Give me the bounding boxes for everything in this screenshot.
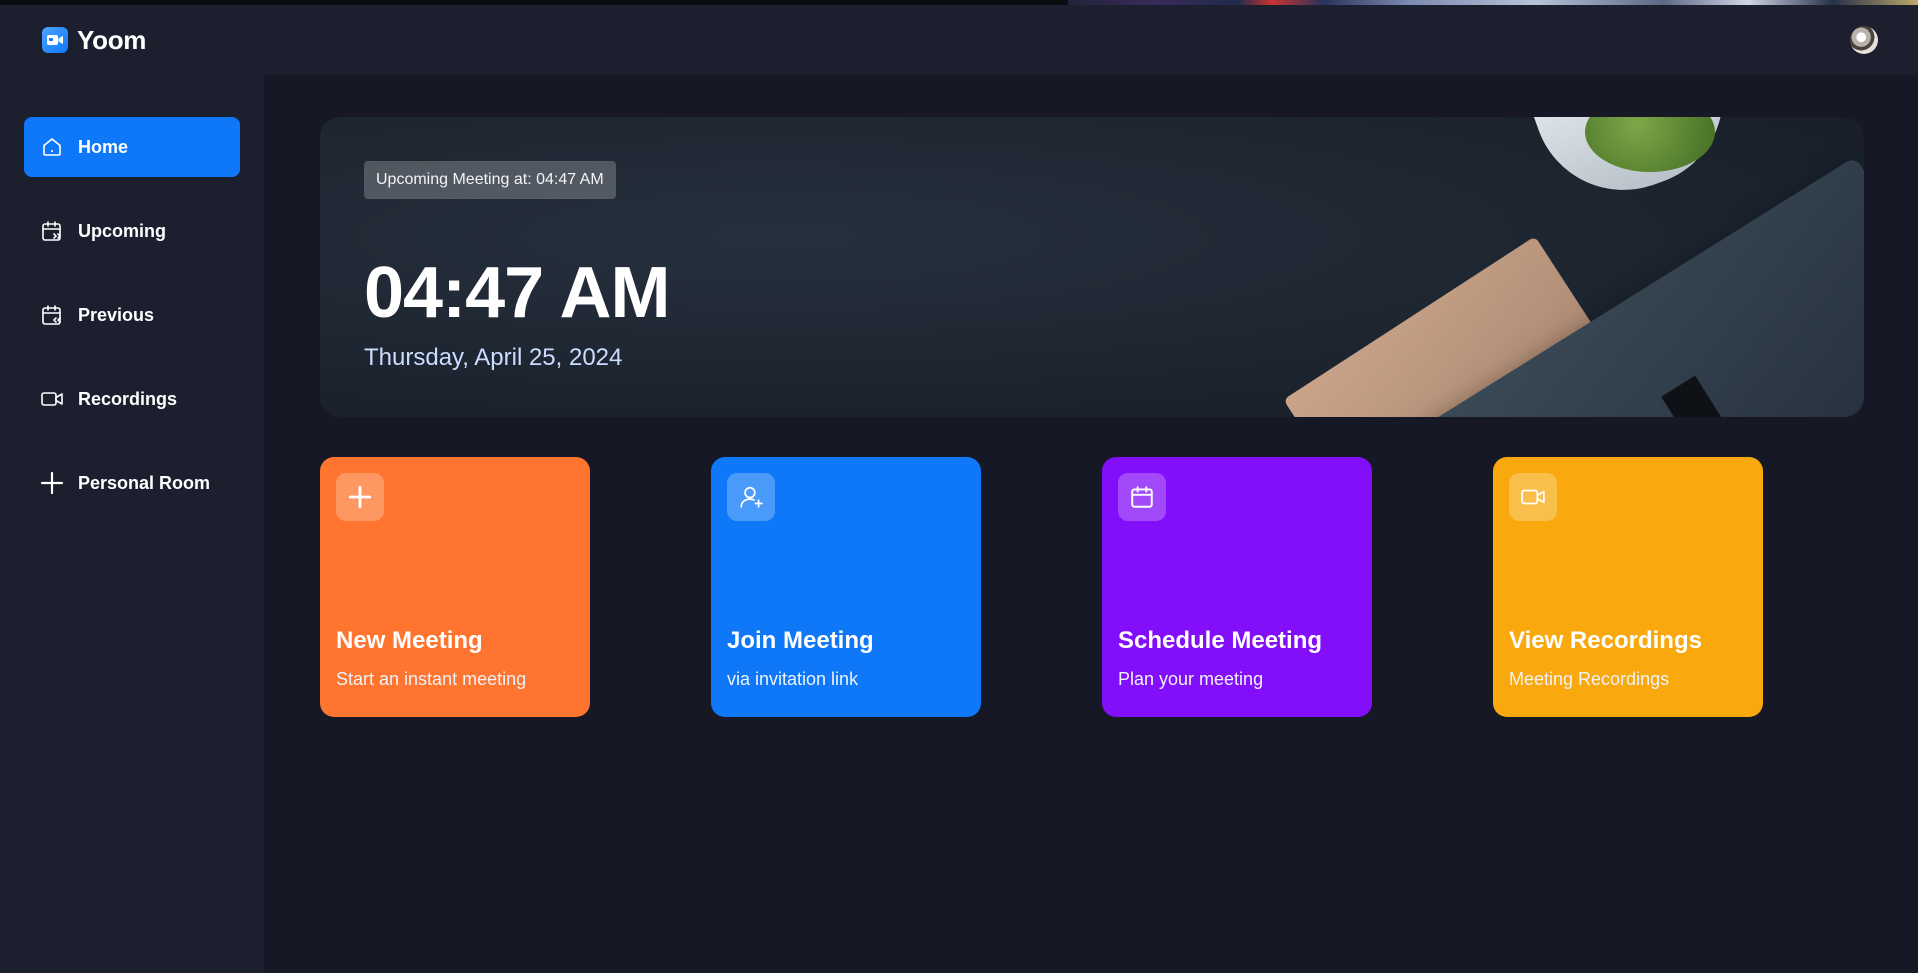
card-title: Schedule Meeting [1118,627,1323,654]
sidebar-item-label: Recordings [78,388,178,409]
calendar-icon [1118,473,1166,521]
hero-banner: Upcoming Meeting at: 04:47 AM 04:47 AM T… [320,117,1864,417]
home-icon [40,135,64,159]
top-navbar: Yoom [0,5,1918,75]
sidebar-item-label: Previous [78,304,155,325]
calendar-forward-icon [40,219,64,243]
action-cards: New Meeting Start an instant meeting Joi… [320,457,1763,717]
sidebar-item-label: Home [78,136,129,157]
video-icon [1509,473,1557,521]
sidebar-item-label: Upcoming [78,220,166,241]
sidebar: Home Upcoming Previous Recordings Person… [0,75,264,973]
sidebar-item-label: Personal Room [78,472,211,493]
user-avatar-icon[interactable] [1850,26,1878,54]
video-icon [40,387,64,411]
sidebar-item-recordings[interactable]: Recordings [24,369,240,429]
card-title: Join Meeting [727,627,874,654]
join-meeting-card[interactable]: Join Meeting via invitation link [711,457,981,717]
plus-icon [40,471,64,495]
upcoming-meeting-badge: Upcoming Meeting at: 04:47 AM [364,161,616,199]
schedule-meeting-card[interactable]: Schedule Meeting Plan your meeting [1102,457,1372,717]
current-date: Thursday, April 25, 2024 [364,344,623,371]
app-name: Yoom [77,24,147,55]
main-content: Upcoming Meeting at: 04:47 AM 04:47 AM T… [264,75,1918,973]
card-subtitle: Meeting Recordings [1509,669,1670,689]
card-title: New Meeting [336,627,483,654]
card-subtitle: Plan your meeting [1118,669,1264,689]
sidebar-item-previous[interactable]: Previous [24,285,240,345]
sidebar-item-upcoming[interactable]: Upcoming [24,201,240,261]
new-meeting-card[interactable]: New Meeting Start an instant meeting [320,457,590,717]
add-user-icon [727,473,775,521]
brand[interactable]: Yoom [42,25,146,56]
current-time: 04:47 AM [364,253,670,333]
card-subtitle: via invitation link [727,669,859,689]
card-title: View Recordings [1509,627,1702,654]
plus-icon [336,473,384,521]
calendar-back-icon [40,303,64,327]
view-recordings-card[interactable]: View Recordings Meeting Recordings [1493,457,1763,717]
sidebar-item-home[interactable]: Home [24,117,240,177]
sidebar-item-personal-room[interactable]: Personal Room [24,453,240,513]
card-subtitle: Start an instant meeting [336,669,527,689]
video-camera-logo-icon [42,27,68,53]
